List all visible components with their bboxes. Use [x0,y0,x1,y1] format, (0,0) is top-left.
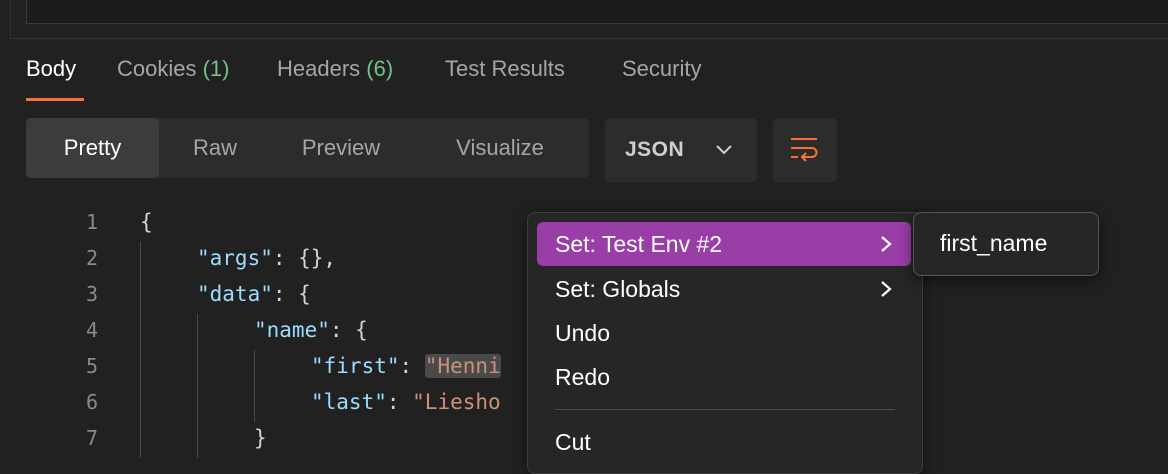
tab-body[interactable]: Body [26,56,76,82]
line-number: 3 [85,282,98,306]
code-text: "data": { [197,282,311,306]
code-text: { [140,210,153,234]
request-editor-area [0,0,1168,38]
variable-submenu: first_name [913,212,1099,276]
line-number: 2 [85,246,98,270]
menu-item-label: Set: Test Env #2 [555,231,723,257]
tab-headers-label: Headers [277,56,361,81]
format-select-value: JSON [625,138,685,161]
code-text: "name": { [254,318,368,342]
line-number: 1 [85,210,98,234]
line-number: 4 [85,318,98,342]
pane-divider[interactable] [10,38,1168,39]
submenu-item-first-name[interactable]: first_name [920,221,1090,265]
menu-item-label: Cut [555,429,591,455]
chevron-right-icon [881,281,892,297]
tab-test-results[interactable]: Test Results [445,56,565,82]
view-visualize-button[interactable]: Visualize [411,118,589,178]
tab-cookies-label: Cookies [117,56,197,81]
menu-item-label: Redo [555,364,610,390]
chevron-right-icon [881,236,892,252]
view-raw-button[interactable]: Raw [159,118,271,178]
menu-item-label: Undo [555,320,610,346]
left-border [10,0,11,38]
line-number: 5 [85,354,98,378]
menu-item-label: Set: Globals [555,276,681,302]
code-text: "first": "Henni [311,354,501,378]
tab-headers-count: (6) [366,56,394,81]
context-menu: Set: Test Env #2 Set: Globals Undo Redo … [527,212,923,474]
menu-item-set-globals[interactable]: Set: Globals [537,267,911,311]
view-mode-switcher: Pretty Raw Preview Visualize [26,118,589,178]
submenu-item-label: first_name [940,230,1048,256]
menu-item-cut[interactable]: Cut [537,420,911,464]
wrap-lines-button[interactable] [773,118,837,182]
tab-active-indicator [26,98,84,101]
menu-divider [555,409,895,410]
text-wrap-icon [791,138,818,162]
code-text: "last": "Liesho [311,390,501,414]
tab-cookies[interactable]: Cookies (1) [117,56,230,82]
tab-security[interactable]: Security [622,56,701,82]
menu-item-redo[interactable]: Redo [537,355,911,399]
tab-cookies-count: (1) [202,56,230,81]
line-number: 7 [85,426,98,450]
tab-test-results-label: Test Results [445,56,565,81]
tab-headers[interactable]: Headers (6) [277,56,393,82]
tab-security-label: Security [622,56,702,81]
view-pretty-button[interactable]: Pretty [26,118,159,178]
code-text: "args": {}, [197,246,337,270]
menu-item-set-test-env[interactable]: Set: Test Env #2 [537,222,911,266]
code-text: } [254,426,267,450]
view-preview-button[interactable]: Preview [271,118,411,178]
line-number: 6 [85,390,98,414]
menu-item-undo[interactable]: Undo [537,311,911,355]
chevron-down-icon [716,145,732,155]
format-select[interactable]: JSON [605,118,757,182]
tab-body-label: Body [26,56,77,81]
request-body-editor[interactable] [26,0,1168,24]
